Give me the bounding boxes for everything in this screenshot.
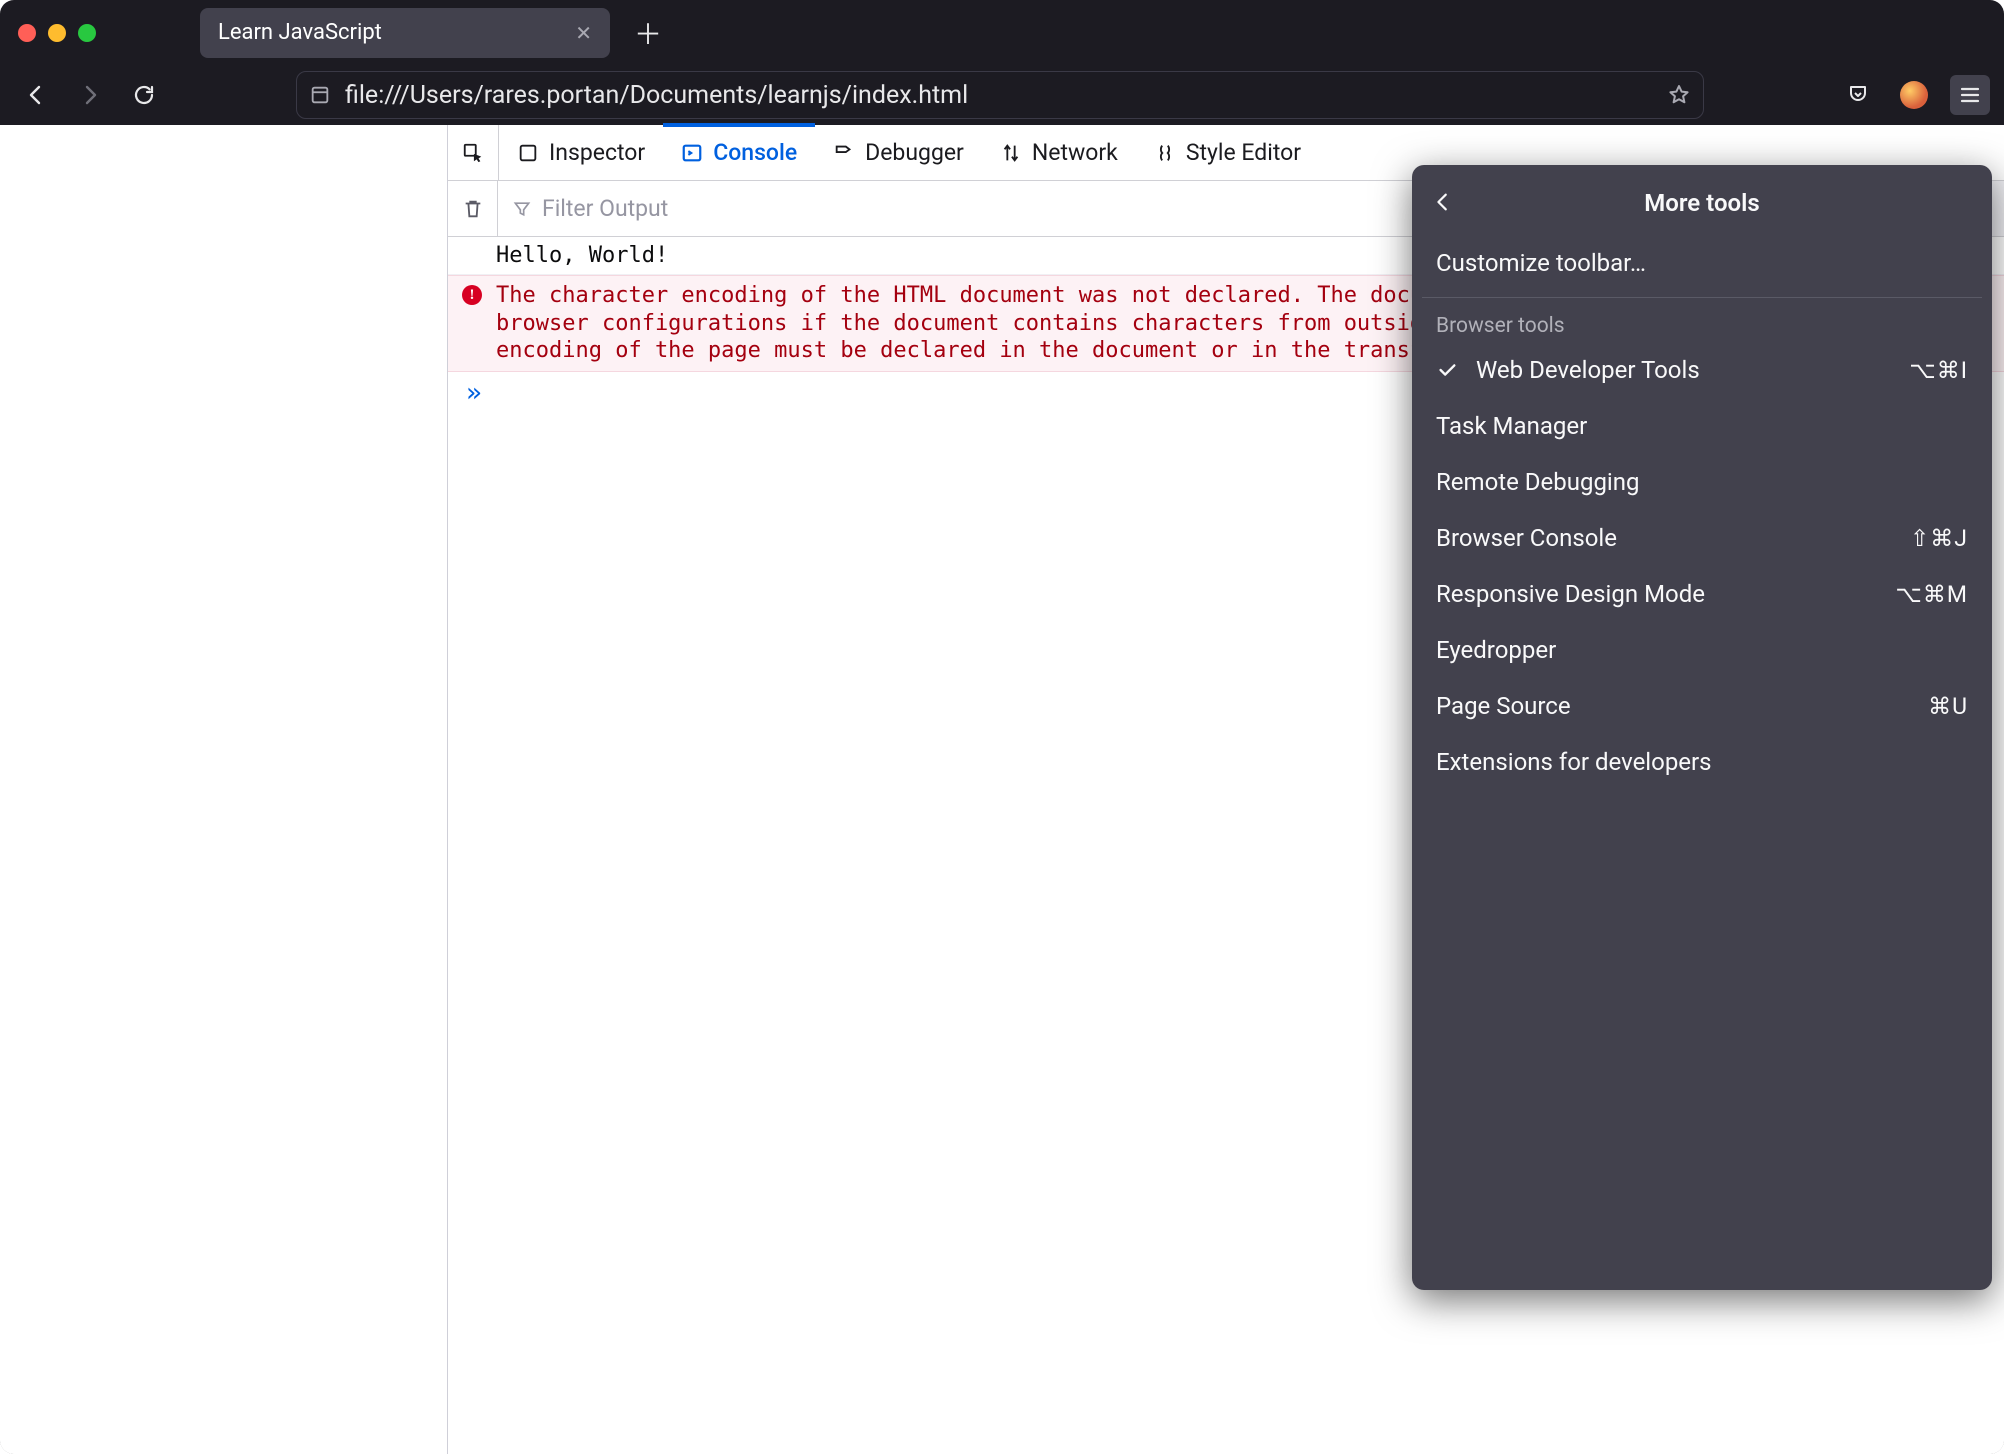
- menu-item-label: Remote Debugging: [1436, 468, 1639, 496]
- filter-placeholder: Filter Output: [542, 195, 668, 222]
- menu-item-label: Web Developer Tools: [1476, 356, 1700, 384]
- back-button[interactable]: [14, 73, 58, 117]
- tab-debugger-label: Debugger: [865, 139, 964, 166]
- tab-network-label: Network: [1032, 139, 1118, 166]
- menu-item-label: Customize toolbar…: [1436, 249, 1646, 277]
- toolbar: file:///Users/rares.portan/Documents/lea…: [0, 65, 2004, 125]
- menu-item-shortcut: ⌥⌘M: [1895, 581, 1968, 608]
- menu-item-shortcut: ⌥⌘I: [1909, 357, 1968, 384]
- menu-item-browser-console[interactable]: Browser Console ⇧⌘J: [1412, 510, 1992, 566]
- hamburger-menu-button[interactable]: [1950, 75, 1990, 115]
- menu-item-eyedropper[interactable]: Eyedropper: [1412, 622, 1992, 678]
- titlebar: Learn JavaScript ✕ ＋: [0, 0, 2004, 65]
- close-window-button[interactable]: [18, 24, 36, 42]
- more-tools-title: More tools: [1644, 189, 1759, 217]
- menu-item-label: Eyedropper: [1436, 636, 1556, 664]
- menu-item-label: Responsive Design Mode: [1436, 580, 1705, 608]
- tab-console[interactable]: Console: [663, 125, 815, 180]
- tab-inspector[interactable]: Inspector: [499, 125, 663, 180]
- check-icon: [1436, 359, 1458, 381]
- more-tools-menu: More tools Customize toolbar… Browser to…: [1412, 165, 1992, 1290]
- tab-title: Learn JavaScript: [218, 20, 382, 45]
- tab-inspector-label: Inspector: [549, 139, 645, 166]
- menu-item-label: Browser Console: [1436, 524, 1617, 552]
- menu-item-extensions-for-developers[interactable]: Extensions for developers: [1412, 734, 1992, 790]
- new-tab-button[interactable]: ＋: [624, 9, 672, 57]
- clear-console-button[interactable]: [448, 181, 498, 236]
- minimize-window-button[interactable]: [48, 24, 66, 42]
- pocket-icon[interactable]: [1838, 75, 1878, 115]
- funnel-icon: [512, 199, 532, 219]
- tab-style-editor-label: Style Editor: [1186, 139, 1301, 166]
- menu-item-customize-toolbar[interactable]: Customize toolbar…: [1412, 235, 1992, 291]
- maximize-window-button[interactable]: [78, 24, 96, 42]
- menu-item-label: Page Source: [1436, 692, 1571, 720]
- browser-tab[interactable]: Learn JavaScript ✕: [200, 8, 610, 58]
- page-info-icon[interactable]: [309, 84, 331, 106]
- address-bar[interactable]: file:///Users/rares.portan/Documents/lea…: [296, 71, 1704, 119]
- tab-debugger[interactable]: Debugger: [815, 125, 982, 180]
- extension-icon[interactable]: [1894, 75, 1934, 115]
- menu-section-label: Browser tools: [1412, 304, 1992, 342]
- menu-item-remote-debugging[interactable]: Remote Debugging: [1412, 454, 1992, 510]
- window-controls: [18, 24, 96, 42]
- menu-item-task-manager[interactable]: Task Manager: [1412, 398, 1992, 454]
- menu-item-label: Task Manager: [1436, 412, 1587, 440]
- bookmark-star-icon[interactable]: [1667, 83, 1691, 107]
- webpage-viewport[interactable]: [0, 125, 448, 1454]
- reload-button[interactable]: [122, 73, 166, 117]
- menu-item-label: Extensions for developers: [1436, 748, 1712, 776]
- menu-item-responsive-design-mode[interactable]: Responsive Design Mode ⌥⌘M: [1412, 566, 1992, 622]
- url-text: file:///Users/rares.portan/Documents/lea…: [345, 81, 1653, 110]
- menu-back-button[interactable]: [1426, 185, 1460, 225]
- menu-item-shortcut: ⇧⌘J: [1910, 525, 1968, 552]
- close-tab-button[interactable]: ✕: [571, 17, 596, 49]
- menu-item-page-source[interactable]: Page Source ⌘U: [1412, 678, 1992, 734]
- menu-item-shortcut: ⌘U: [1928, 693, 1968, 720]
- browser-window: Learn JavaScript ✕ ＋ file:///Users/rares…: [0, 0, 2004, 1454]
- more-tools-header: More tools: [1412, 175, 1992, 235]
- tab-network[interactable]: Network: [982, 125, 1136, 180]
- menu-item-web-developer-tools[interactable]: Web Developer Tools ⌥⌘I: [1412, 342, 1992, 398]
- forward-button[interactable]: [68, 73, 112, 117]
- toolbar-right: [1838, 75, 1990, 115]
- element-picker-button[interactable]: [448, 125, 499, 180]
- tab-console-label: Console: [713, 139, 797, 166]
- tab-style-editor[interactable]: Style Editor: [1136, 125, 1319, 180]
- menu-separator: [1422, 297, 1982, 298]
